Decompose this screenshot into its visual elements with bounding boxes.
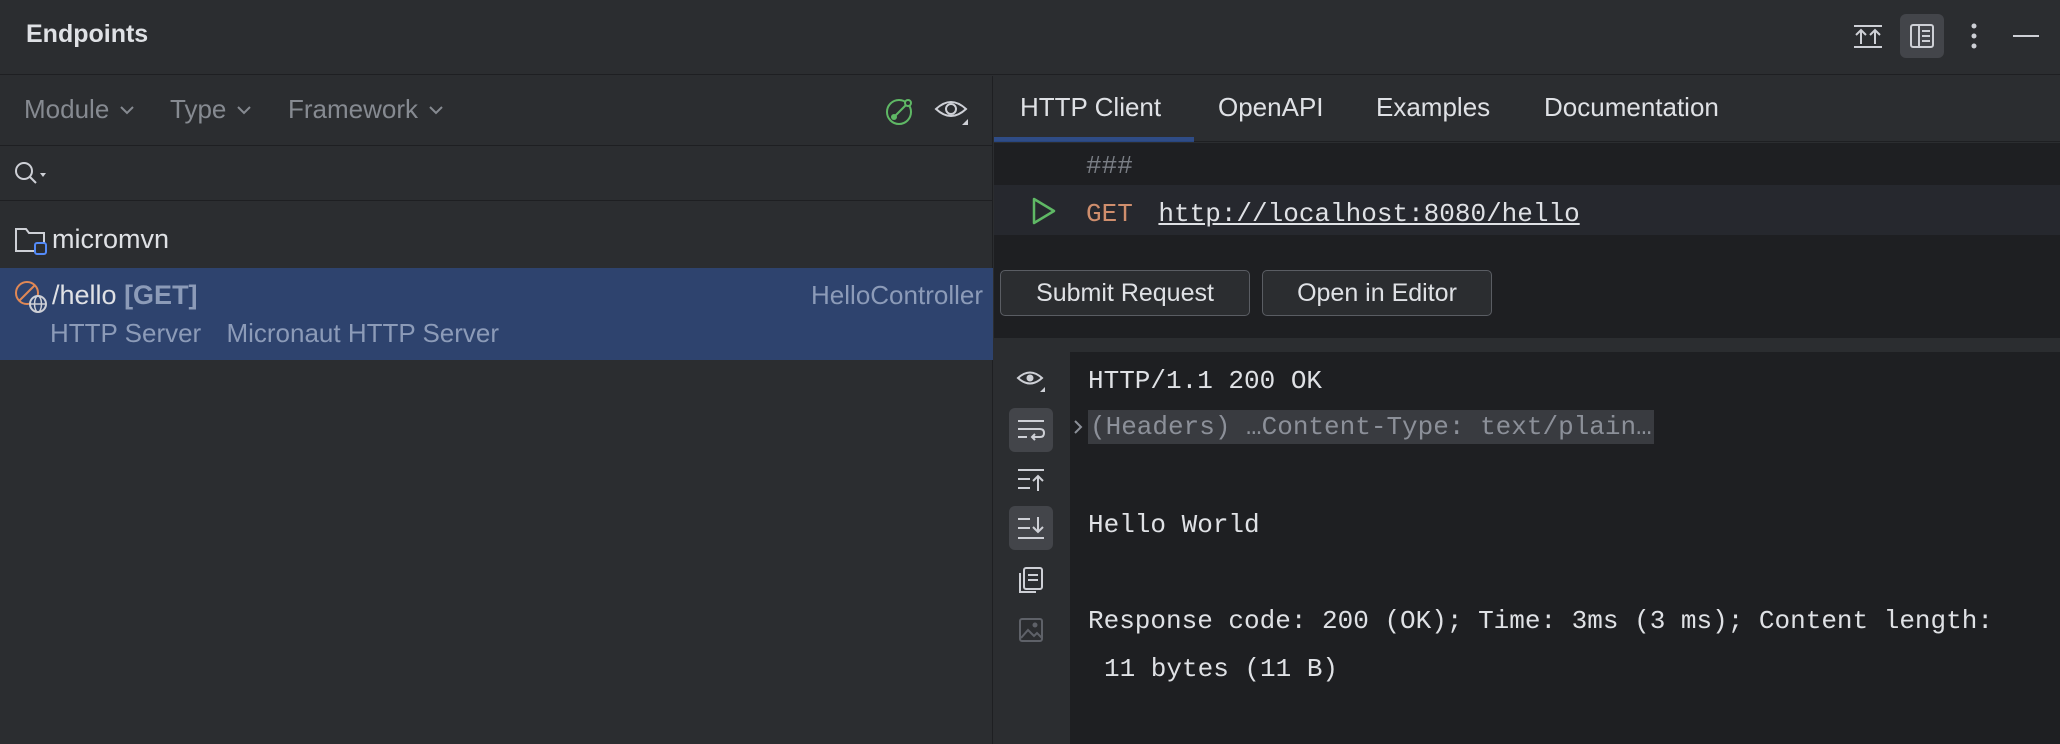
- collapse-all-icon[interactable]: [1846, 14, 1890, 58]
- endpoints-list-panel: Module Type Framework micromvn /hello [G…: [0, 76, 993, 744]
- http-endpoint-icon: [15, 281, 47, 313]
- chevron-down-icon: [237, 105, 252, 114]
- response-headers-folded[interactable]: (Headers) …Content-Type: text/plain…: [1088, 410, 1654, 444]
- tool-window-title: Endpoints: [26, 20, 149, 48]
- tool-window-header: Endpoints: [0, 0, 2060, 75]
- response-divider[interactable]: [994, 340, 2060, 352]
- response-toolbar: [994, 352, 1070, 744]
- tab-examples[interactable]: Examples: [1376, 92, 1490, 123]
- response-summary-line-1: Response code: 200 (OK); Time: 3ms (3 ms…: [1088, 606, 1993, 636]
- endpoint-path: /hello: [52, 280, 117, 310]
- image-preview-icon: [1009, 608, 1053, 652]
- request-line: GET http://localhost:8080/hello: [1086, 199, 1580, 229]
- endpoint-path-label: /hello [GET]: [52, 280, 198, 311]
- active-tab-indicator: [994, 137, 1194, 142]
- preview-layout-icon[interactable]: [1900, 14, 1944, 58]
- request-separator: ###: [1086, 151, 1133, 181]
- chevron-down-icon: [120, 105, 134, 114]
- framework-filter-dropdown[interactable]: Framework: [288, 94, 444, 125]
- request-url[interactable]: http://localhost:8080/hello: [1158, 199, 1579, 229]
- request-method: GET: [1086, 199, 1133, 229]
- module-filter-dropdown[interactable]: Module: [24, 94, 135, 125]
- chevron-down-icon: [429, 105, 443, 114]
- framework-filter-label: Framework: [288, 94, 419, 124]
- response-status-line: HTTP/1.1 200 OK: [1088, 366, 1323, 396]
- search-bar: [0, 147, 993, 201]
- endpoint-method: [GET]: [124, 280, 198, 310]
- soft-wrap-icon[interactable]: [1009, 408, 1053, 452]
- chevron-right-icon[interactable]: [1072, 418, 1084, 436]
- folded-headers-text[interactable]: (Headers) …Content-Type: text/plain…: [1088, 410, 1654, 444]
- endpoint-mode-icon[interactable]: [880, 91, 920, 131]
- submit-request-button[interactable]: Submit Request: [1000, 270, 1250, 316]
- endpoint-details-panel: HTTP Client OpenAPI Examples Documentati…: [994, 76, 2060, 744]
- server-type: HTTP Server: [50, 318, 202, 348]
- tab-documentation[interactable]: Documentation: [1544, 92, 1719, 123]
- response-body-text: Hello World: [1088, 510, 1260, 540]
- filter-bar: Module Type Framework: [0, 76, 993, 146]
- search-input[interactable]: [52, 155, 952, 193]
- view-options-eye-icon[interactable]: [932, 91, 972, 131]
- open-in-editor-button[interactable]: Open in Editor: [1262, 270, 1492, 316]
- copy-response-icon[interactable]: [1009, 558, 1053, 602]
- type-filter-label: Type: [170, 94, 227, 124]
- response-viewer[interactable]: HTTP/1.1 200 OK (Headers) …Content-Type:…: [1070, 352, 2060, 744]
- endpoint-list-item[interactable]: /hello [GET] HelloController HTTP Server…: [0, 268, 993, 360]
- http-request-editor[interactable]: ### GET http://localhost:8080/hello: [994, 143, 2060, 258]
- tree-module-node[interactable]: micromvn: [0, 214, 993, 264]
- endpoint-server-info: HTTP Server Micronaut HTTP Server: [50, 318, 517, 349]
- tab-openapi[interactable]: OpenAPI: [1218, 92, 1324, 123]
- minimize-icon[interactable]: [2004, 14, 2048, 58]
- scroll-to-end-icon[interactable]: [1009, 506, 1053, 550]
- module-name: micromvn: [52, 224, 170, 254]
- details-tab-bar: HTTP Client OpenAPI Examples Documentati…: [994, 76, 2060, 142]
- more-options-icon[interactable]: [1952, 14, 1996, 58]
- type-filter-dropdown[interactable]: Type: [170, 94, 252, 125]
- run-request-icon[interactable]: [1028, 196, 1058, 226]
- response-summary-line-2: 11 bytes (11 B): [1104, 654, 1339, 684]
- tab-http-client[interactable]: HTTP Client: [1020, 92, 1161, 123]
- search-icon[interactable]: [14, 161, 50, 187]
- server-name: Micronaut HTTP Server: [226, 318, 500, 348]
- request-actions: Submit Request Open in Editor: [994, 258, 2060, 338]
- module-folder-icon: [15, 228, 47, 255]
- module-filter-label: Module: [24, 94, 110, 124]
- endpoint-controller: HelloController: [811, 280, 983, 310]
- view-options-eye-icon[interactable]: [1009, 358, 1053, 402]
- scroll-to-top-icon[interactable]: [1009, 458, 1053, 502]
